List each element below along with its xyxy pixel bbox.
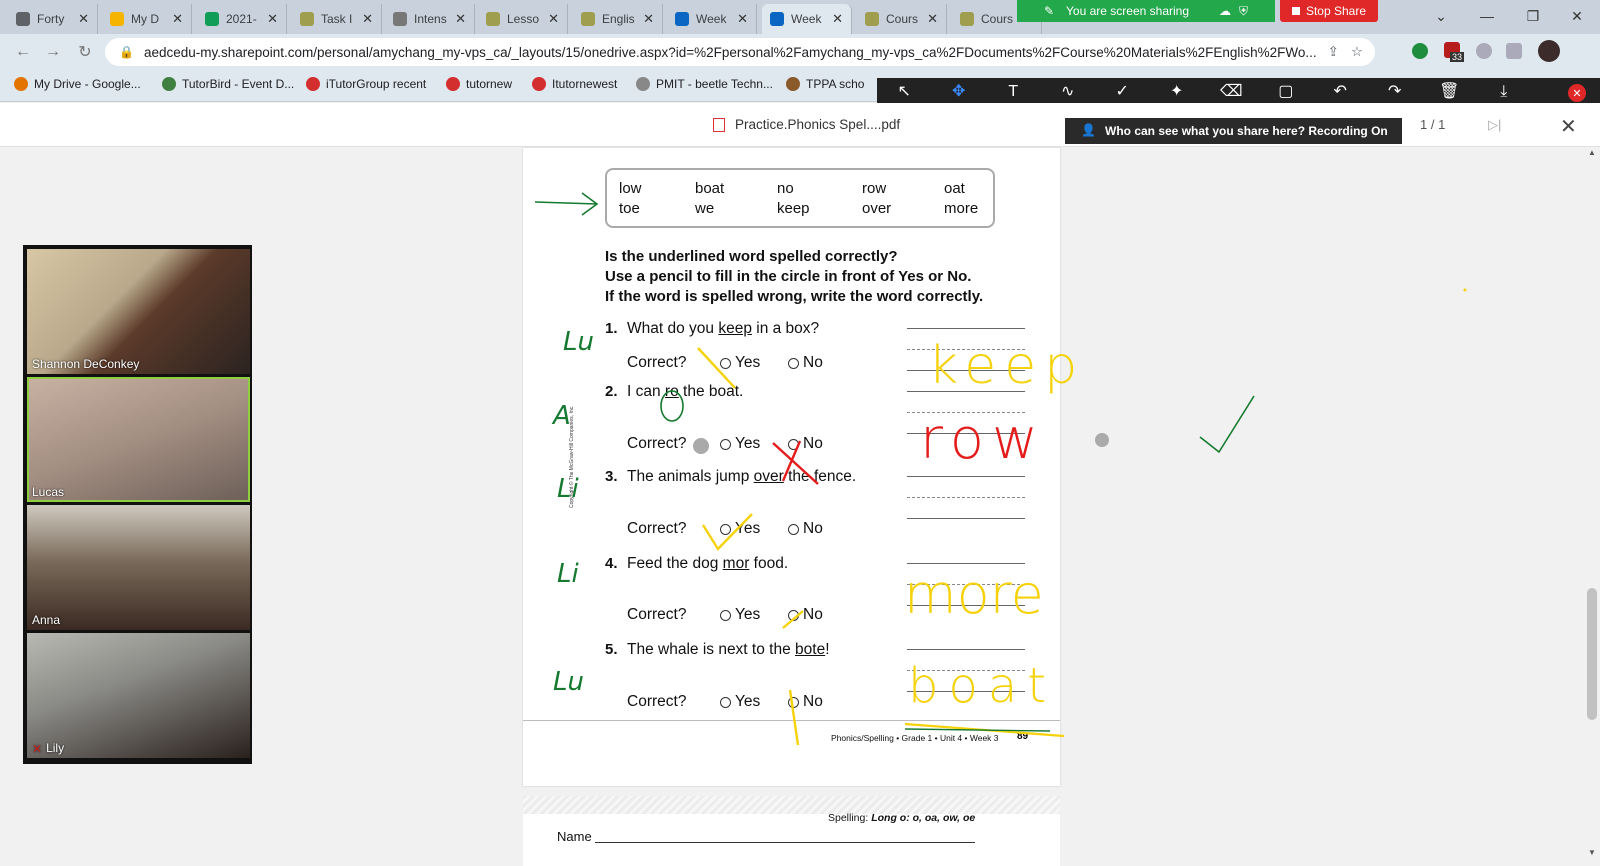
participant-video-panel: Shannon DeConkey Lucas Anna ⨯ Lily (23, 245, 252, 764)
participant-name-text: Anna (32, 613, 61, 627)
participant-name-text: Lily (46, 741, 65, 755)
student-initials-annotation: Li (557, 474, 579, 504)
handwritten-answer-annotation: more (904, 563, 1044, 626)
green-check-annotation (1199, 395, 1255, 454)
student-initials-annotation: Lu (553, 667, 584, 697)
participant-name: Anna (32, 613, 60, 627)
handwritten-answer-annotation: row (920, 407, 1046, 472)
red-x-annotation (772, 440, 819, 485)
participant-name: Lucas (32, 485, 64, 499)
green-circle-annotation (660, 390, 684, 422)
yellow-mark-annotation (788, 689, 800, 746)
scroll-down-icon[interactable]: ▼ (1588, 848, 1596, 857)
vertical-scrollbar[interactable]: ▲ ▼ (1584, 148, 1600, 860)
green-arrow-annotation (534, 192, 599, 216)
handwritten-answer-annotation: keep (928, 336, 1086, 396)
student-initials-annotation: Lu (563, 327, 594, 357)
gray-stamp-annotation (1095, 433, 1109, 447)
participant-name: Shannon DeConkey (32, 357, 139, 371)
participant-name-text: Lucas (32, 485, 65, 499)
yellow-check-annotation (701, 513, 753, 551)
participant-name: ⨯ Lily (32, 741, 64, 755)
scroll-up-icon[interactable]: ▲ (1588, 148, 1596, 157)
participant-video-tile[interactable]: ⨯ Lily (27, 633, 250, 758)
participant-video-tile[interactable]: Anna (27, 505, 250, 630)
green-underline-annotation (904, 728, 1051, 732)
student-initials-annotation: Li (557, 559, 579, 589)
gray-stamp-annotation (693, 438, 709, 454)
participant-video-tile[interactable]: Shannon DeConkey (27, 249, 250, 374)
muted-mic-icon: ⨯ (32, 741, 43, 755)
student-initials-annotation: A (553, 401, 571, 431)
scrollbar-thumb[interactable] (1587, 588, 1597, 720)
handwritten-answer-annotation: boat (908, 658, 1057, 714)
participant-name-text: Shannon DeConkey (32, 357, 140, 371)
yellow-check-annotation (697, 347, 736, 389)
participant-video-tile[interactable]: Lucas (27, 377, 250, 502)
yellow-dot-annotation (1463, 288, 1467, 292)
yellow-check-annotation (782, 610, 804, 629)
